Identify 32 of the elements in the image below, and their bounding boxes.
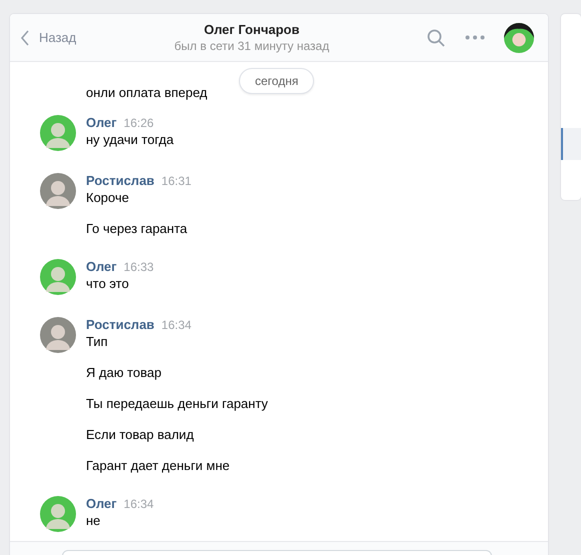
- author-name[interactable]: Олег: [86, 115, 117, 131]
- author-name[interactable]: Олег: [86, 496, 117, 512]
- message-time: 16:34: [124, 496, 154, 512]
- message-text: не: [86, 512, 102, 529]
- message-text: Я даю товар: [86, 364, 162, 381]
- chat-title: Олег Гончаров: [204, 22, 300, 38]
- message-text: ну удачи тогда: [86, 131, 174, 148]
- message-text: Ты передаешь деньги гаранту: [86, 395, 268, 412]
- message-time: 16:34: [161, 317, 192, 333]
- more-button[interactable]: [464, 35, 485, 40]
- author-name[interactable]: Ростислав: [86, 317, 154, 333]
- message-time: 16:33: [124, 259, 154, 275]
- menu-item[interactable]: [561, 128, 581, 160]
- message-text: Го через гаранта: [86, 220, 188, 237]
- author-name[interactable]: Олег: [86, 259, 117, 275]
- message-text: онли оплата вперед: [86, 84, 208, 101]
- author-name[interactable]: Ростислав: [86, 173, 154, 189]
- back-icon: [20, 30, 30, 46]
- message-text: Короче: [86, 189, 130, 206]
- search-button[interactable]: [427, 28, 446, 46]
- search-icon: [427, 28, 446, 46]
- message-text: Если товар валид: [86, 426, 195, 443]
- message-text: Тип: [86, 333, 109, 350]
- message-text: что это: [86, 275, 130, 292]
- message-text: Гарант дает деньги мне: [86, 457, 231, 474]
- date-badge: сегодня: [239, 68, 314, 94]
- more-icon: [464, 35, 485, 40]
- avatar[interactable]: [504, 22, 534, 52]
- message-time: 16:26: [124, 115, 154, 131]
- last-seen-status: был в сети 31 минуту назад: [174, 38, 330, 54]
- message-time: 16:31: [161, 173, 192, 189]
- back-button[interactable]: Назад: [20, 28, 76, 48]
